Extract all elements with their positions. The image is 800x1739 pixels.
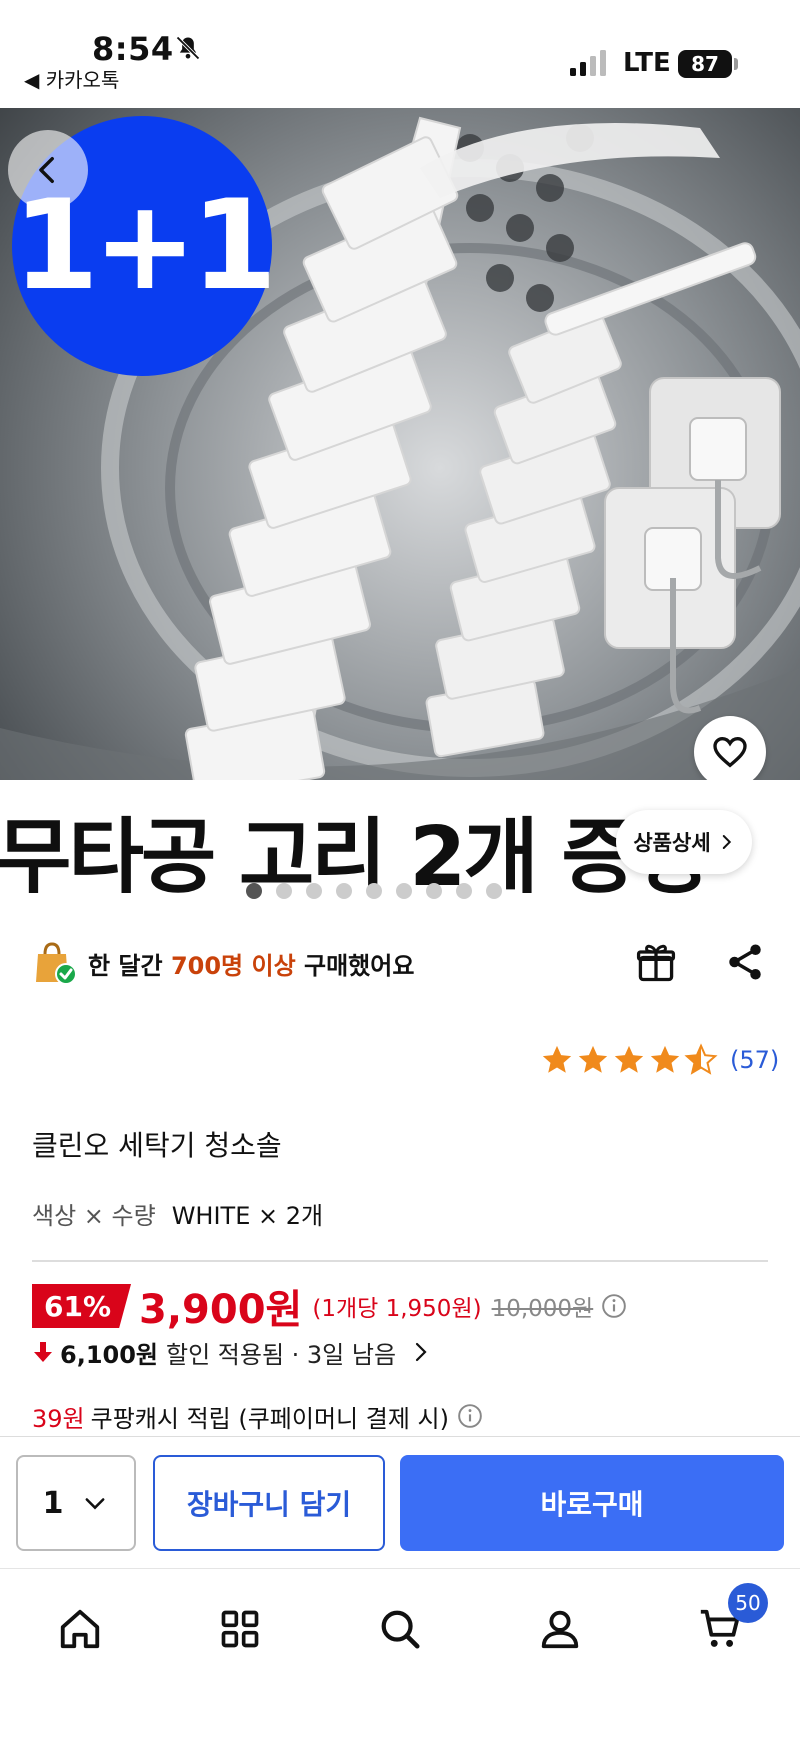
carousel-dot[interactable]	[396, 883, 412, 899]
saved-text: 할인 적용됨 · 3일 남음	[166, 1340, 397, 1369]
cash-text: 쿠팡캐시 적립 (쿠페이머니 결제 시)	[90, 1404, 449, 1433]
home-icon	[60, 1609, 100, 1649]
product-title: 클린오 세탁기 청소솔	[32, 1129, 282, 1162]
rating[interactable]: (57)	[540, 1040, 779, 1080]
selected-option[interactable]: 색상 × 수량 WHITE × 2개	[32, 1196, 323, 1231]
chevron-down-icon	[85, 1498, 105, 1510]
discount-badge: 61%	[32, 1284, 132, 1328]
price-row: 61% 3,900원 (1개당 1,950원) 10,000원	[32, 1280, 627, 1333]
carousel-dot[interactable]	[456, 883, 472, 899]
purchase-count-text: 한 달간 700명 이상 구매했어요	[88, 946, 414, 981]
info-icon[interactable]	[601, 1293, 627, 1319]
chevron-right-icon	[415, 1342, 427, 1362]
quantity-select[interactable]: 1	[16, 1455, 136, 1551]
info-icon[interactable]	[457, 1403, 483, 1429]
purchase-count-suffix: 구매했어요	[295, 951, 415, 980]
carousel-dot[interactable]	[366, 883, 382, 899]
buy-now-button[interactable]: 바로구매	[400, 1455, 784, 1551]
wishlist-button[interactable]	[694, 716, 766, 788]
add-to-cart-button[interactable]: 장바구니 담기	[153, 1455, 385, 1551]
purchase-count-highlight: 700명 이상	[170, 951, 296, 980]
product-image-carousel[interactable]: 1+1 무타공 고리 2개 증정 상품상세	[0, 108, 800, 908]
star-full-icon	[650, 1045, 680, 1073]
chevron-right-icon	[722, 835, 731, 849]
nav-home[interactable]	[50, 1599, 110, 1659]
purchase-bar: 1 장바구니 담기 바로구매	[0, 1436, 800, 1568]
star-full-icon	[542, 1045, 572, 1073]
share-icon[interactable]	[724, 941, 766, 983]
battery-indicator: 87	[678, 50, 732, 78]
carousel-dot[interactable]	[246, 883, 262, 899]
bell-muted-icon	[176, 36, 200, 60]
purchase-count-row: 한 달간 700명 이상 구매했어요	[32, 935, 772, 991]
signal-icon	[570, 50, 606, 76]
option-value: WHITE × 2개	[171, 1202, 324, 1230]
nav-search[interactable]	[370, 1599, 430, 1659]
status-bar: 8:54 ◀ 카카오톡 LTE 87	[0, 0, 800, 108]
star-half-icon	[684, 1043, 718, 1075]
shopping-bag-check-icon	[36, 942, 77, 985]
nav-categories[interactable]	[210, 1599, 270, 1659]
option-label: 색상 × 수량	[32, 1202, 156, 1230]
user-icon	[541, 1610, 579, 1649]
heart-icon	[713, 736, 747, 768]
grid-icon	[221, 1610, 259, 1648]
review-count[interactable]: (57)	[730, 1046, 779, 1074]
divider	[32, 1260, 768, 1262]
network-type: LTE	[623, 48, 671, 78]
status-time: 8:54	[92, 30, 174, 68]
back-button[interactable]	[8, 130, 88, 210]
carousel-dot[interactable]	[426, 883, 442, 899]
cash-reward-row: 39원 쿠팡캐시 적립 (쿠페이머니 결제 시)	[32, 1396, 483, 1436]
star-full-icon	[578, 1045, 608, 1073]
carousel-dot[interactable]	[276, 883, 292, 899]
quantity-value: 1	[42, 1485, 64, 1521]
search-icon	[381, 1610, 420, 1649]
gift-icon[interactable]	[634, 941, 678, 985]
carousel-dot[interactable]	[336, 883, 352, 899]
original-price: 10,000원	[491, 1296, 594, 1322]
discount-applied-row[interactable]: 6,100원 할인 적용됨 · 3일 남음	[32, 1332, 432, 1372]
nav-my-account[interactable]	[530, 1599, 590, 1659]
carousel-indicator	[246, 883, 502, 899]
saved-amount: 6,100원	[60, 1340, 158, 1369]
battery-tip	[734, 58, 738, 70]
arrow-down-icon	[34, 1342, 52, 1362]
cash-amount: 39원	[32, 1404, 85, 1433]
star-full-icon	[614, 1045, 644, 1073]
unit-price: (1개당 1,950원)	[312, 1296, 482, 1322]
purchase-count-prefix: 한 달간	[88, 951, 171, 980]
chevron-left-icon	[39, 156, 54, 184]
carousel-dot[interactable]	[306, 883, 322, 899]
bottom-nav: 50	[0, 1568, 800, 1739]
sale-price: 3,900원	[139, 1287, 303, 1333]
product-detail-label: 상품상세	[633, 831, 711, 855]
product-detail-button[interactable]: 상품상세	[616, 810, 752, 874]
carousel-dot[interactable]	[486, 883, 502, 899]
back-to-app-link[interactable]: ◀ 카카오톡	[24, 64, 119, 93]
cart-count-badge: 50	[728, 1583, 768, 1623]
